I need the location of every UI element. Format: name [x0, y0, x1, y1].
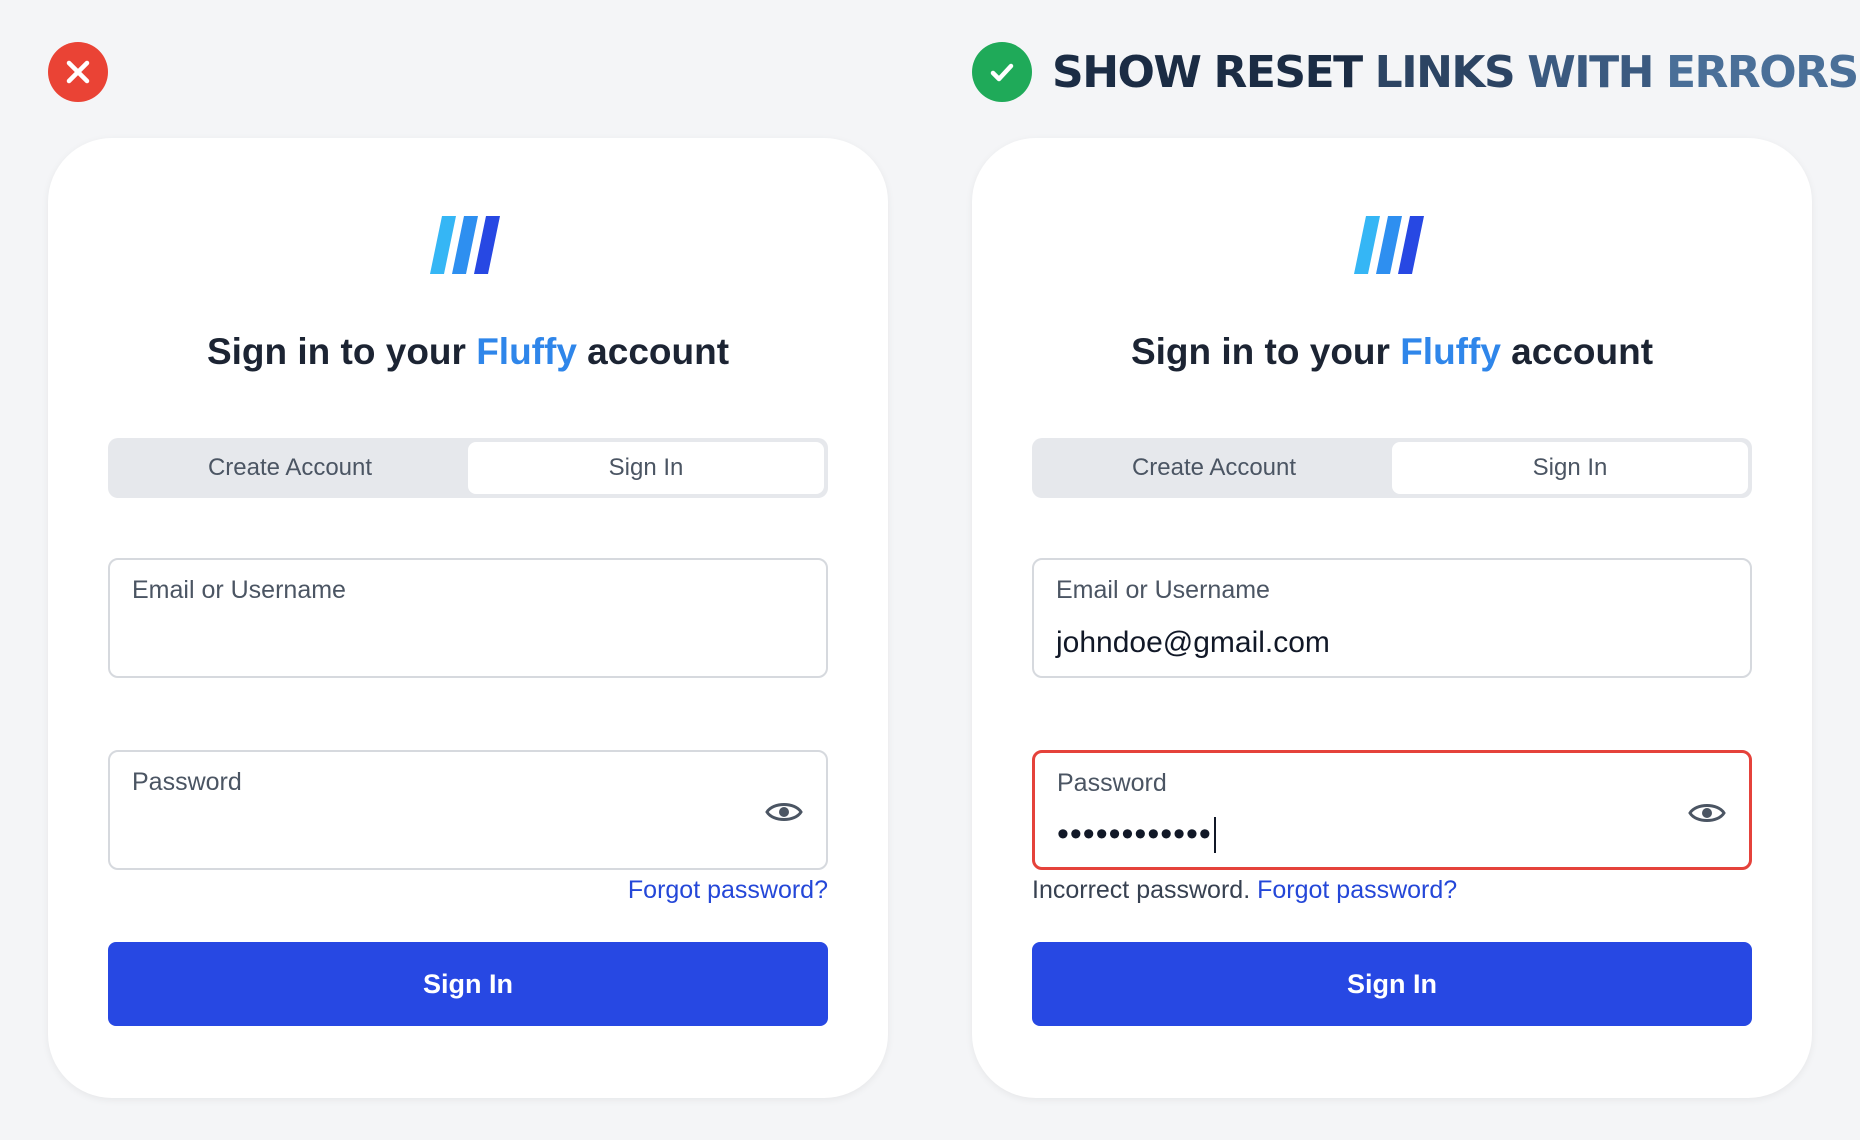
password-input-row[interactable]: •••••••••••• — [1057, 815, 1216, 854]
headline-word: WITH — [1527, 46, 1654, 98]
password-label: Password — [132, 768, 242, 796]
eye-icon[interactable] — [764, 792, 804, 832]
title-suffix: account — [1500, 331, 1654, 372]
title-suffix: account — [576, 331, 730, 372]
tab-sign-in[interactable]: Sign In — [1392, 442, 1748, 494]
tab-create-account[interactable]: Create Account — [112, 442, 468, 494]
email-value[interactable]: johndoe@gmail.com — [1056, 626, 1330, 660]
password-value[interactable]: •••••••••••• — [1057, 815, 1212, 854]
brand-name: Fluffy — [1400, 331, 1501, 372]
title-prefix: Sign in to your — [1130, 331, 1401, 372]
error-message: Incorrect password. — [1032, 876, 1258, 904]
forgot-password-link[interactable]: Forgot password? — [628, 876, 828, 904]
password-field[interactable]: Password — [108, 750, 828, 870]
headline-word: SHOW — [1052, 46, 1202, 98]
email-field[interactable]: Email or Username johndoe@gmail.com — [1032, 558, 1752, 678]
headline-word: LINKS — [1374, 46, 1516, 98]
password-label: Password — [1057, 769, 1167, 797]
incorrect-badge — [48, 42, 108, 102]
eye-icon[interactable] — [1687, 793, 1727, 833]
headline: SHOW RESET LINKS WITH ERRORS — [1052, 44, 1859, 100]
title-prefix: Sign in to your — [206, 331, 477, 372]
signin-card-bad: Sign in to your Fluffy account Create Ac… — [48, 138, 888, 1098]
text-caret — [1213, 816, 1216, 853]
email-label: Email or Username — [132, 576, 346, 604]
error-row: Incorrect password. Forgot password? — [1032, 872, 1752, 908]
headline-word: ERRORS — [1665, 46, 1859, 98]
auth-tabs: Create Account Sign In — [108, 438, 828, 498]
logo-icon — [430, 216, 500, 274]
close-icon — [66, 60, 90, 84]
page-title: Sign in to your Fluffy account — [972, 326, 1812, 378]
sign-in-button[interactable]: Sign In — [1032, 942, 1752, 1026]
correct-badge — [972, 42, 1032, 102]
email-field[interactable]: Email or Username — [108, 558, 828, 678]
auth-tabs: Create Account Sign In — [1032, 438, 1752, 498]
tab-sign-in[interactable]: Sign In — [468, 442, 824, 494]
forgot-password-link[interactable]: Forgot password? — [1257, 876, 1457, 904]
headline-word: RESET — [1213, 46, 1363, 98]
sign-in-button[interactable]: Sign In — [108, 942, 828, 1026]
brand-name: Fluffy — [476, 331, 577, 372]
checkmark-icon — [990, 63, 1014, 82]
tab-create-account[interactable]: Create Account — [1036, 442, 1392, 494]
forgot-row: Forgot password? — [108, 872, 828, 908]
page-title: Sign in to your Fluffy account — [48, 326, 888, 378]
signin-card-good: Sign in to your Fluffy account Create Ac… — [972, 138, 1812, 1098]
email-label: Email or Username — [1056, 576, 1270, 604]
logo-icon — [1354, 216, 1424, 274]
password-field[interactable]: Password •••••••••••• — [1032, 750, 1752, 870]
